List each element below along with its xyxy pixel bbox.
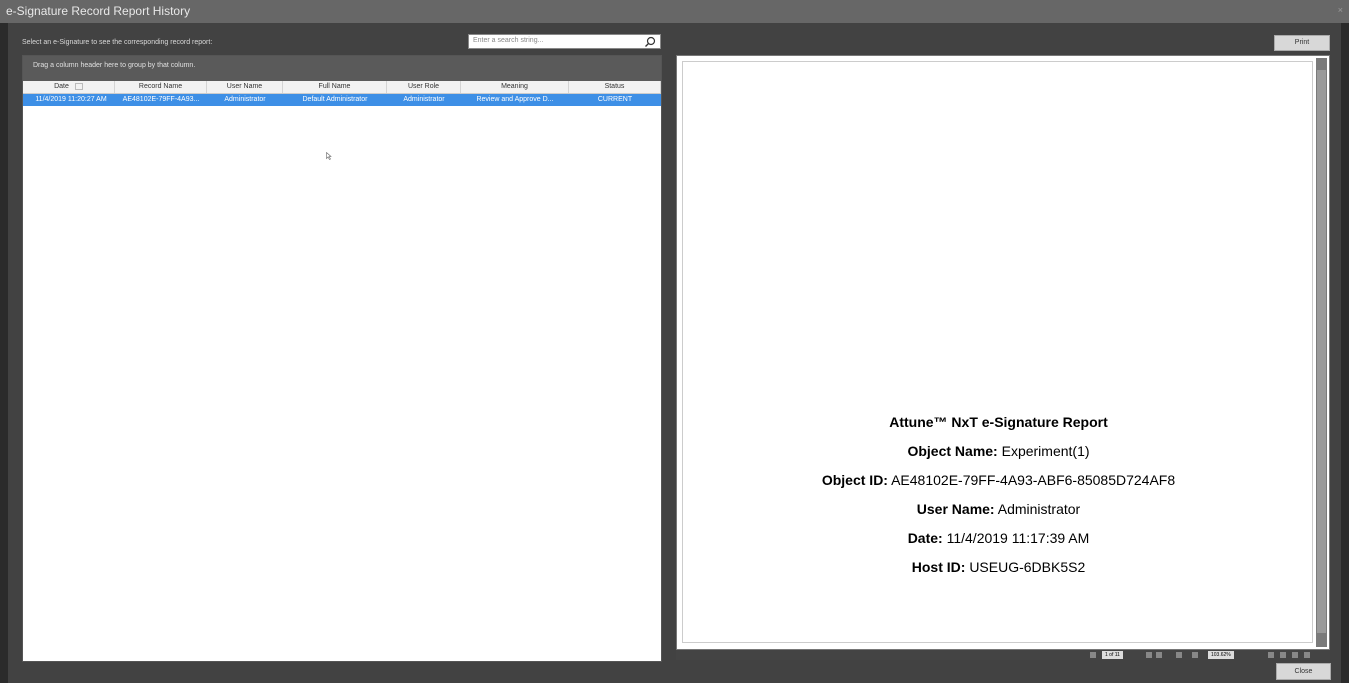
viewer-status-bar: 1 of 11 103.62% [676,650,1330,660]
report-viewer: Attune™ NxT e-Signature Report Object Na… [676,55,1330,650]
column-header-status[interactable]: Status [569,81,661,93]
title-bar: e-Signature Record Report History × [0,0,1349,23]
continuous-page-icon[interactable] [1280,652,1286,658]
single-page-icon[interactable] [1268,652,1274,658]
column-header-record-name[interactable]: Record Name [115,81,207,93]
window-title: e-Signature Record Report History [6,4,191,18]
filter-icon[interactable] [74,82,83,90]
fit-page-icon[interactable] [1304,652,1310,658]
instruction-text: Select an e-Signature to see the corresp… [22,39,213,46]
cell-record-name[interactable]: AE48102E-79FF-4A93... [115,94,207,106]
last-page-icon[interactable] [1176,652,1182,658]
viewer-scrollbar[interactable] [1316,58,1327,647]
column-header-date[interactable]: Date [23,81,115,93]
zoom-level[interactable]: 103.62% [1208,651,1234,659]
fit-width-icon[interactable] [1292,652,1298,658]
print-button[interactable]: Print [1274,35,1330,51]
group-by-hint: Drag a column header here to group by th… [33,62,196,69]
column-header-full-name[interactable]: Full Name [283,81,387,93]
first-page-icon[interactable] [1090,652,1096,658]
prev-page-icon[interactable] [1146,652,1152,658]
grid-header: Date Record Name User Name Full Name Use… [23,81,661,94]
zoom-out-icon[interactable] [1192,652,1198,658]
column-header-user-name[interactable]: User Name [207,81,283,93]
mouse-cursor-icon [326,152,332,160]
table-row[interactable]: 11/4/2019 11:20:27 AM AE48102E-79FF-4A93… [23,94,661,106]
report-host-id: Host ID: USEUG-6DBK5S2 [911,559,1086,575]
report-page: Attune™ NxT e-Signature Report Object Na… [682,61,1313,643]
cell-full-name[interactable]: Default Administrator [283,94,387,106]
window-close-icon[interactable]: × [1338,5,1343,15]
search-icon[interactable] [644,36,656,48]
report-user-name: User Name: Administrator [916,501,1081,517]
report-object-name: Object Name: Experiment(1) [907,443,1090,459]
report-title: Attune™ NxT e-Signature Report [889,414,1108,430]
column-header-meaning[interactable]: Meaning [461,81,569,93]
scrollbar-thumb[interactable] [1317,70,1326,633]
cell-status[interactable]: CURRENT [569,94,661,106]
page-indicator[interactable]: 1 of 11 [1102,651,1123,659]
cell-date[interactable]: 11/4/2019 11:20:27 AM [23,94,119,106]
group-by-panel[interactable]: Drag a column header here to group by th… [23,56,661,81]
report-object-id: Object ID: AE48102E-79FF-4A93-ABF6-85085… [821,472,1176,488]
column-header-user-role[interactable]: User Role [387,81,461,93]
search-input[interactable]: Enter a search string... [473,37,543,44]
next-page-icon[interactable] [1156,652,1162,658]
cell-meaning[interactable]: Review and Approve D... [461,94,569,106]
cell-user-role[interactable]: Administrator [387,94,461,106]
signature-grid: Drag a column header here to group by th… [22,55,662,662]
cell-user-name[interactable]: Administrator [207,94,283,106]
search-box[interactable]: Enter a search string... [468,34,661,49]
close-button[interactable]: Close [1276,663,1331,680]
report-date: Date: 11/4/2019 11:17:39 AM [907,530,1090,546]
